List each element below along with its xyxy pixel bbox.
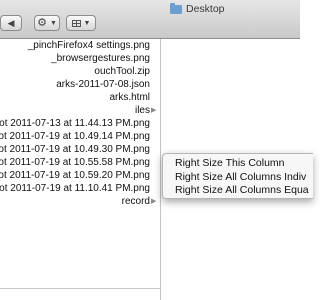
menu-item-right-size-this-column[interactable]: Right Size This Column bbox=[175, 157, 285, 169]
item-label-mask: _browsergestures.png bbox=[0, 52, 150, 65]
item-label-mask: _pinchFirefox4 settings.png bbox=[0, 39, 150, 52]
chevron-down-icon: ▼ bbox=[49, 19, 57, 27]
list-item[interactable]: arks.html bbox=[0, 91, 160, 104]
disclosure-arrow-icon: ▶ bbox=[151, 198, 157, 205]
list-item[interactable]: arks-2011-07-08.json bbox=[0, 78, 160, 91]
menu-item-right-size-all-columns-equally[interactable]: Right Size All Columns Equa bbox=[175, 184, 309, 196]
item-label: record bbox=[121, 196, 150, 207]
item-label-mask: Shot 2011-07-19 at 10.49.14 PM.png bbox=[0, 130, 150, 143]
item-label-mask: iles bbox=[0, 104, 150, 117]
item-label-mask: ouchTool.zip bbox=[0, 65, 150, 78]
chevron-down-icon: ▼ bbox=[83, 19, 91, 27]
item-label-mask: Shot 2011-07-19 at 11.10.41 PM.png bbox=[0, 182, 150, 195]
menu-item-right-size-all-columns-individually[interactable]: Right Size All Columns Indiv bbox=[175, 171, 306, 183]
context-menu: Right Size This Column Right Size All Co… bbox=[162, 153, 313, 199]
grid-view-icon bbox=[71, 19, 81, 27]
item-label-mask: Shot 2011-07-19 at 10.59.20 PM.png bbox=[0, 169, 150, 182]
item-label: _browsergestures.png bbox=[51, 53, 150, 64]
item-label-mask: Shot 2011-07-19 at 10.55.58 PM.png bbox=[0, 156, 150, 169]
folder-icon bbox=[170, 3, 182, 14]
item-label-mask: Shot 2011-07-19 at 10.49.30 PM.png bbox=[0, 143, 150, 156]
back-forward-button[interactable]: ◀ bbox=[0, 15, 22, 31]
item-label: Shot 2011-07-13 at 11.44.13 PM.png bbox=[0, 118, 150, 129]
item-label: Shot 2011-07-19 at 11.10.41 PM.png bbox=[0, 183, 150, 194]
item-label-mask: arks-2011-07-08.json bbox=[0, 78, 150, 91]
item-label: _pinchFirefox4 settings.png bbox=[27, 40, 150, 51]
gear-icon: ⚙ bbox=[37, 16, 47, 29]
item-label: Shot 2011-07-19 at 10.49.30 PM.png bbox=[0, 144, 150, 155]
item-label-mask: Shot 2011-07-13 at 11.44.13 PM.png bbox=[0, 117, 150, 130]
folder-item[interactable]: iles ▶ bbox=[0, 104, 160, 117]
window-titlebar: Desktop ◀ ⚙ ▼ ▼ bbox=[0, 0, 300, 39]
item-label-mask: arks.html bbox=[0, 91, 150, 104]
list-item[interactable]: _pinchFirefox4 settings.png bbox=[0, 39, 160, 52]
item-label: Shot 2011-07-19 at 10.49.14 PM.png bbox=[0, 131, 150, 142]
browser-column-1[interactable]: _pinchFirefox4 settings.png _browsergest… bbox=[0, 39, 160, 300]
disclosure-arrow-icon: ▶ bbox=[151, 107, 157, 114]
view-options-button[interactable]: ▼ bbox=[66, 15, 96, 31]
action-button[interactable]: ⚙ ▼ bbox=[34, 15, 60, 31]
item-label: ouchTool.zip bbox=[94, 66, 150, 77]
item-label: arks.html bbox=[109, 92, 150, 103]
item-label: arks-2011-07-08.json bbox=[56, 79, 150, 90]
list-item[interactable]: Shot 2011-07-19 at 11.10.41 PM.png bbox=[0, 182, 160, 195]
list-item[interactable]: Shot 2011-07-19 at 10.55.58 PM.png bbox=[0, 156, 160, 169]
list-item[interactable]: _browsergestures.png bbox=[0, 52, 160, 65]
list-item[interactable]: Shot 2011-07-19 at 10.59.20 PM.png bbox=[0, 169, 160, 182]
list-item[interactable]: Shot 2011-07-19 at 10.49.30 PM.png bbox=[0, 143, 160, 156]
window-title: Desktop bbox=[186, 3, 225, 15]
folder-item[interactable]: record ▶ bbox=[0, 195, 160, 208]
list-item[interactable]: Shot 2011-07-13 at 11.44.13 PM.png bbox=[0, 117, 160, 130]
column-footer-divider bbox=[0, 288, 160, 289]
item-label-mask: record bbox=[0, 195, 150, 208]
arrow-icon: ◀ bbox=[7, 17, 15, 28]
item-label: Shot 2011-07-19 at 10.55.58 PM.png bbox=[0, 157, 150, 168]
item-label: iles bbox=[134, 105, 150, 116]
list-item[interactable]: Shot 2011-07-19 at 10.49.14 PM.png bbox=[0, 130, 160, 143]
item-label: Shot 2011-07-19 at 10.59.20 PM.png bbox=[0, 170, 150, 181]
list-item[interactable]: ouchTool.zip bbox=[0, 65, 160, 78]
